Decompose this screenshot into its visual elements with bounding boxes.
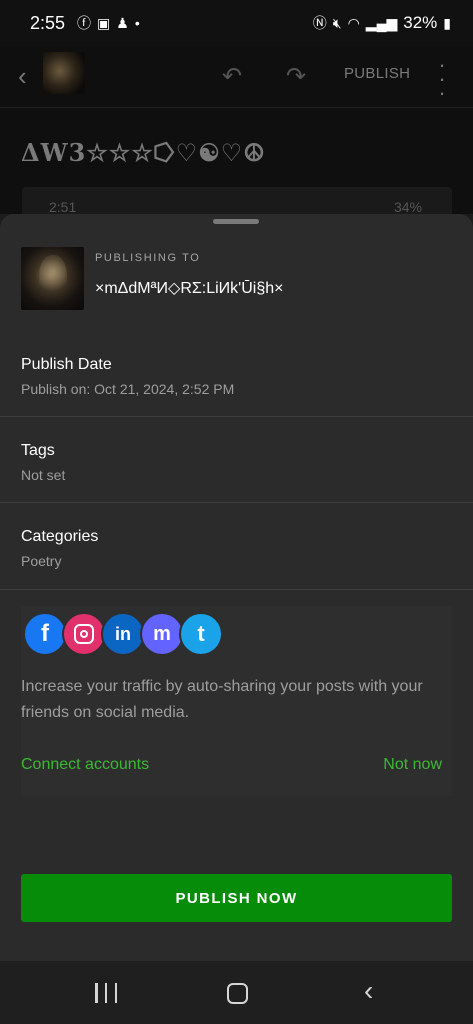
system-navigation-bar: ‹	[0, 961, 473, 1024]
embedded-battery: 34%	[393, 199, 422, 215]
not-now-link[interactable]: Not now	[383, 756, 442, 774]
social-description: Increase your traffic by auto-sharing yo…	[21, 678, 423, 721]
publish-now-button[interactable]: PUBLISH NOW	[21, 874, 452, 922]
nfc-icon: Ⓝ	[312, 15, 327, 31]
editor-content: ΔW3☆☆☆⭔♡☯♡☮ 2:51 34%	[0, 108, 473, 227]
mastodon-icon: m	[140, 612, 184, 656]
tags-value: Not set	[21, 467, 66, 483]
social-sharing-card: f in m t Increase your traffic by auto-s…	[21, 606, 452, 796]
site-icon[interactable]	[43, 52, 85, 94]
battery-percent: 32%	[403, 13, 438, 32]
connect-accounts-link[interactable]: Connect accounts	[21, 756, 149, 774]
instagram-icon	[62, 612, 106, 656]
publishing-to-label: PUBLISHING TO	[95, 252, 201, 264]
sheet-drag-handle[interactable]	[213, 219, 259, 224]
undo-icon[interactable]: ↶	[222, 62, 242, 91]
signal-icon: ▂▄▆	[365, 14, 398, 31]
wifi-icon: ◠	[347, 14, 360, 31]
battery-icon: ▮	[443, 14, 451, 31]
site-name: ×mΔdMªИ◇RΣ:LiИk'Ūi§h×	[95, 280, 284, 297]
publish-sheet: PUBLISHING TO ×mΔdMªИ◇RΣ:LiИk'Ūi§h× Publ…	[0, 214, 473, 961]
redo-icon[interactable]: ↷	[286, 62, 306, 91]
mute-icon: 🔇︎	[332, 14, 342, 31]
editor-toolbar: ‹ ↶ ↷ PUBLISH · · ·	[0, 46, 473, 108]
facebook-icon: f	[23, 612, 67, 656]
categories-label: Categories	[21, 528, 99, 545]
tags-row[interactable]: Tags Not set	[0, 417, 473, 502]
notification-icons: ⓕ ▣ ♟ •	[77, 13, 140, 33]
system-icons: Ⓝ 🔇︎ ◠ ▂▄▆ 32% ▮	[313, 13, 451, 33]
status-time: 2:55	[30, 12, 66, 33]
publish-date-label: Publish Date	[21, 356, 112, 373]
divider	[0, 589, 473, 590]
social-icons: f in m t	[23, 612, 233, 656]
recents-icon[interactable]	[95, 983, 117, 1003]
post-title[interactable]: ΔW3☆☆☆⭔♡☯♡☮	[21, 138, 266, 167]
site-thumbnail	[21, 247, 84, 310]
publish-date-value: Publish on: Oct 21, 2024, 2:52 PM	[21, 381, 235, 397]
home-icon[interactable]	[227, 983, 248, 1004]
gallery-notification-icon: ▣	[97, 14, 111, 31]
snapchat-notification-icon: ♟	[116, 14, 129, 31]
back-icon[interactable]: ‹	[364, 977, 373, 1005]
publish-date-row[interactable]: Publish Date Publish on: Oct 21, 2024, 2…	[0, 332, 473, 416]
facebook-notification-icon: ⓕ	[77, 15, 92, 31]
embedded-time: 2:51	[49, 199, 77, 215]
tumblr-icon: t	[179, 612, 223, 656]
tags-label: Tags	[21, 442, 55, 459]
categories-value: Poetry	[21, 553, 62, 569]
more-options-icon[interactable]: · · ·	[437, 54, 447, 104]
categories-row[interactable]: Categories Poetry	[0, 503, 473, 589]
dot-icon: •	[134, 15, 140, 31]
back-arrow-icon[interactable]: ‹	[18, 62, 36, 90]
status-bar: 2:55 ⓕ ▣ ♟ • Ⓝ 🔇︎ ◠ ▂▄▆ 32% ▮	[0, 0, 473, 46]
publish-button[interactable]: PUBLISH	[344, 65, 410, 82]
linkedin-icon: in	[101, 612, 145, 656]
